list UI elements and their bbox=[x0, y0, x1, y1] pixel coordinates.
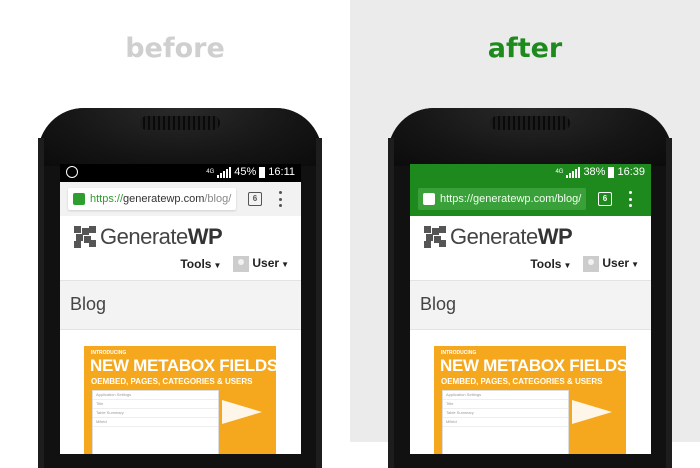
site-logo[interactable]: GenerateWP bbox=[424, 224, 573, 250]
after-panel: after 4G 38% 16:39 https://generatewp.co… bbox=[350, 0, 700, 468]
site-nav: Tools ▼ User ▼ bbox=[530, 256, 639, 272]
phone-screen: 4G 38% 16:39 https://generatewp.com/blog… bbox=[410, 164, 651, 454]
battery-icon bbox=[608, 166, 615, 178]
banner-subtitle: OEMBED, PAGES, CATEGORIES & USERS bbox=[441, 377, 603, 386]
network-type: 4G bbox=[206, 169, 215, 175]
post-banner[interactable]: INTRODUCING NEW METABOX FIELDS OEMBED, P… bbox=[84, 346, 276, 454]
status-bar: 4G 45% 16:11 bbox=[60, 164, 301, 182]
clock: 16:39 bbox=[617, 166, 645, 178]
overflow-menu-icon[interactable] bbox=[279, 191, 283, 207]
logo-mark-icon bbox=[74, 226, 96, 248]
site-header: GenerateWP Tools ▼ User ▼ bbox=[410, 216, 651, 280]
before-panel: before 4G 45% 16:11 https://generatewp.c… bbox=[0, 0, 350, 468]
before-heading: before bbox=[125, 33, 225, 64]
avatar bbox=[233, 256, 250, 272]
caret-down-icon: ▼ bbox=[563, 261, 572, 270]
speaker-grille bbox=[490, 116, 570, 130]
caret-down-icon: ▼ bbox=[213, 261, 222, 270]
battery-icon bbox=[259, 166, 266, 178]
phone-screen: 4G 45% 16:11 https://generatewp.com/blog… bbox=[60, 164, 301, 454]
paper-plane-icon bbox=[222, 400, 262, 424]
banner-subtitle: OEMBED, PAGES, CATEGORIES & USERS bbox=[91, 377, 253, 386]
page-title-bar: Blog bbox=[60, 280, 301, 330]
page-title-bar: Blog bbox=[410, 280, 651, 330]
page-title: Blog bbox=[420, 294, 457, 314]
speaker-grille bbox=[140, 116, 220, 130]
battery-percent: 45% bbox=[234, 166, 257, 178]
browser-toolbar: https://generatewp.com/blog/ 6 bbox=[60, 182, 301, 216]
paper-plane-icon bbox=[572, 400, 612, 424]
lock-icon bbox=[73, 193, 85, 205]
signal-icon bbox=[217, 166, 232, 178]
banner-title: NEW METABOX FIELDS bbox=[90, 356, 276, 375]
battery-percent: 38% bbox=[583, 166, 606, 178]
nav-tools[interactable]: Tools ▼ bbox=[530, 257, 571, 271]
network-type: 4G bbox=[555, 169, 564, 175]
whatsapp-icon bbox=[66, 166, 78, 178]
caret-down-icon: ▼ bbox=[631, 260, 639, 270]
signal-icon bbox=[566, 166, 581, 178]
tab-switcher-button[interactable]: 6 bbox=[598, 192, 612, 206]
page-title: Blog bbox=[70, 294, 107, 314]
site-nav: Tools ▼ User ▼ bbox=[180, 256, 289, 272]
phone-after: 4G 38% 16:39 https://generatewp.com/blog… bbox=[388, 108, 672, 468]
banner-form-preview: Application Settings Title Table Summary… bbox=[92, 390, 219, 454]
tab-switcher-button[interactable]: 6 bbox=[248, 192, 262, 206]
lock-icon bbox=[423, 193, 435, 205]
status-bar: 4G 38% 16:39 bbox=[410, 164, 651, 182]
phone-before: 4G 45% 16:11 https://generatewp.com/blog… bbox=[38, 108, 322, 468]
clock: 16:11 bbox=[268, 166, 295, 178]
nav-user[interactable]: User ▼ bbox=[233, 256, 289, 272]
caret-down-icon: ▼ bbox=[281, 260, 289, 270]
overflow-menu-icon[interactable] bbox=[629, 191, 633, 207]
nav-user[interactable]: User ▼ bbox=[583, 256, 639, 272]
site-logo[interactable]: GenerateWP bbox=[74, 224, 223, 250]
logo-mark-icon bbox=[424, 226, 446, 248]
nav-tools[interactable]: Tools ▼ bbox=[180, 257, 221, 271]
banner-title: NEW METABOX FIELDS bbox=[440, 356, 626, 375]
site-header: GenerateWP Tools ▼ User ▼ bbox=[60, 216, 301, 280]
banner-form-preview: Application Settings Title Table Summary… bbox=[442, 390, 569, 454]
address-bar[interactable]: https://generatewp.com/blog/ bbox=[68, 188, 236, 210]
after-heading: after bbox=[487, 33, 563, 64]
avatar bbox=[583, 256, 600, 272]
browser-toolbar: https://generatewp.com/blog/ 6 bbox=[410, 182, 651, 216]
address-bar[interactable]: https://generatewp.com/blog/ bbox=[418, 188, 586, 210]
post-banner[interactable]: INTRODUCING NEW METABOX FIELDS OEMBED, P… bbox=[434, 346, 626, 454]
